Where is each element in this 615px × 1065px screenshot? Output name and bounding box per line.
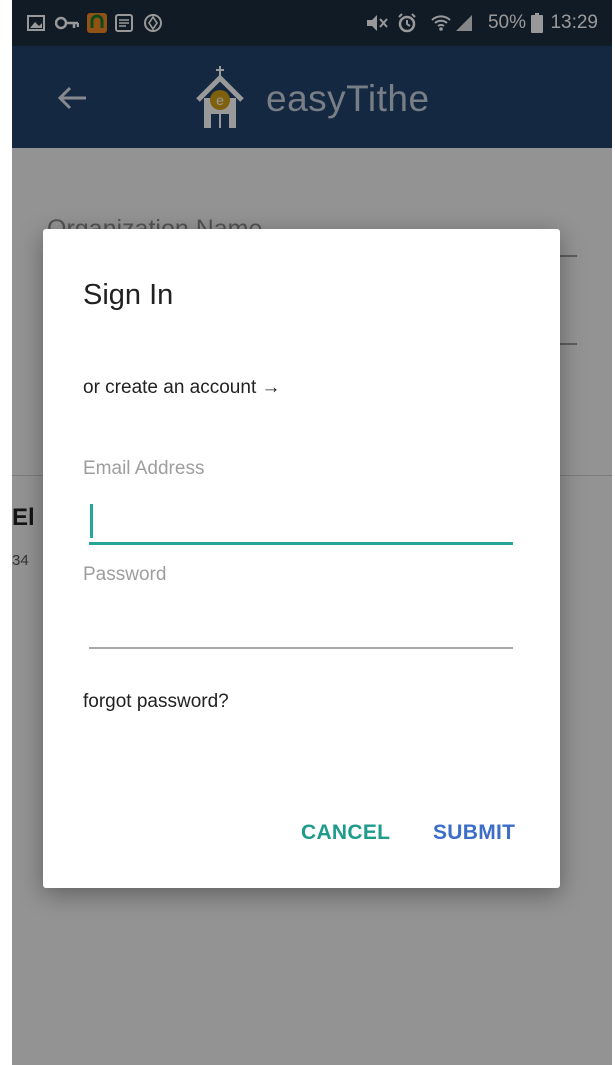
- submit-button[interactable]: SUBMIT: [433, 821, 515, 845]
- dialog-title: Sign In: [83, 279, 174, 311]
- password-underline: [89, 647, 513, 649]
- create-account-link[interactable]: or create an account →: [83, 377, 281, 399]
- email-underline: [89, 542, 513, 545]
- password-label: Password: [83, 564, 167, 585]
- text-cursor: [90, 504, 93, 538]
- cancel-button[interactable]: CANCEL: [301, 821, 390, 845]
- email-label: Email Address: [83, 458, 205, 479]
- forgot-password-link[interactable]: forgot password?: [83, 691, 229, 713]
- sign-in-dialog: Sign In or create an account → Email Add…: [43, 229, 560, 888]
- email-field[interactable]: [89, 499, 513, 543]
- password-field[interactable]: [89, 605, 513, 645]
